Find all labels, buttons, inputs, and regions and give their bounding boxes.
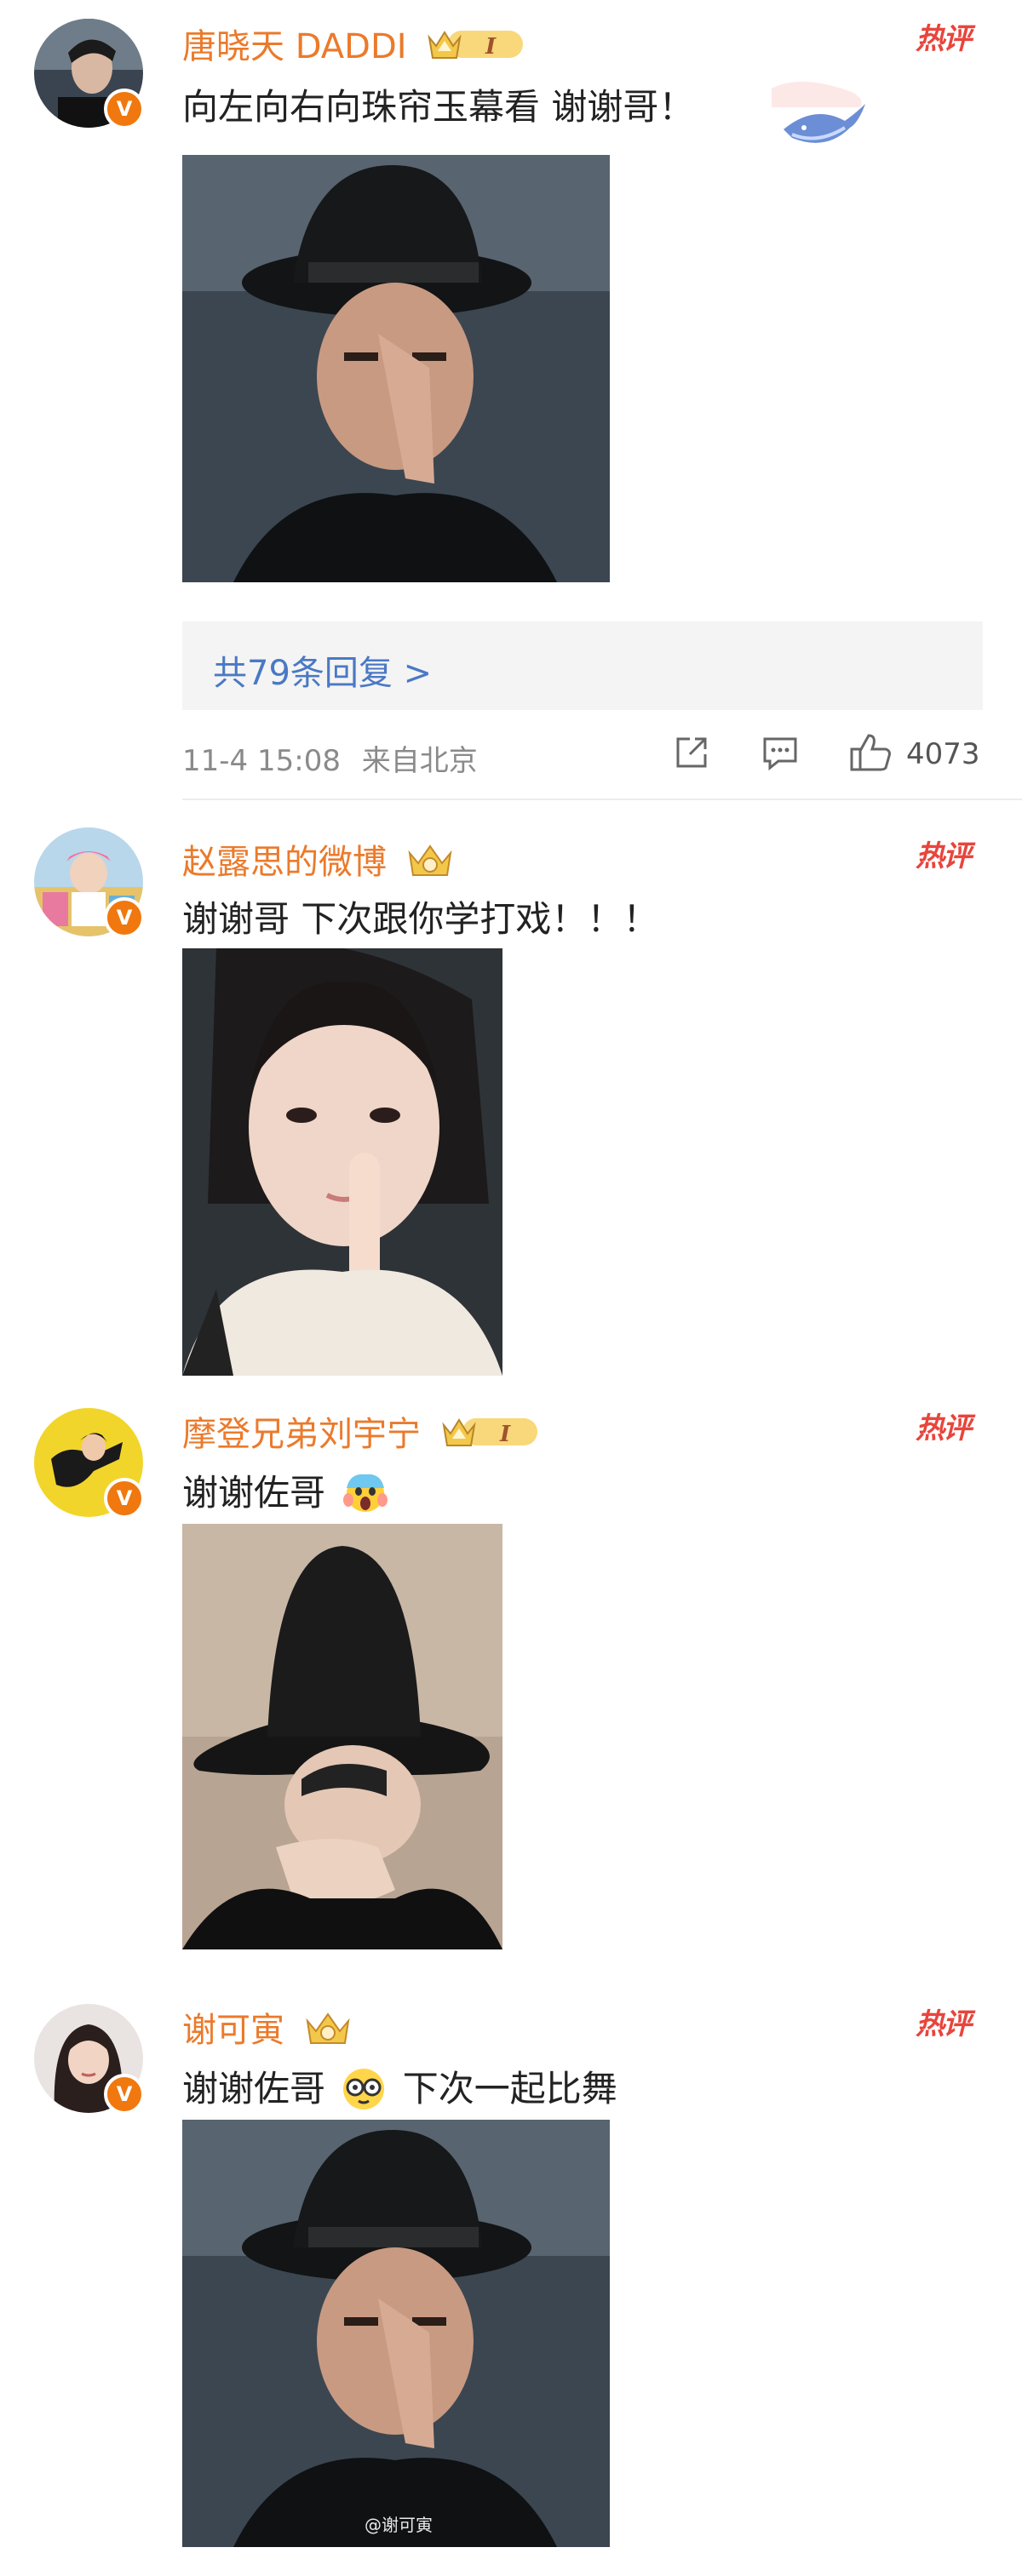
comment-text: 谢谢佐哥 下次一起比舞 bbox=[182, 2060, 617, 2120]
level-text: I bbox=[499, 1422, 511, 1447]
avatar[interactable]: V bbox=[34, 2004, 145, 2115]
fan-crown-badge-icon bbox=[304, 2009, 352, 2055]
username[interactable]: 摩登兄弟刘宇宁 I bbox=[182, 1406, 541, 1459]
comment-text-part: 谢谢佐哥 bbox=[182, 2068, 326, 2109]
username[interactable]: 唐晓天 DADDI I bbox=[182, 19, 526, 72]
glasses-emoji-icon bbox=[340, 2064, 388, 2120]
comment-text-content: 谢谢佐哥 bbox=[182, 1472, 326, 1514]
comment-text: 谢谢哥 下次跟你学打戏！！！ bbox=[182, 898, 659, 940]
username-text[interactable]: 赵露思的微博 bbox=[182, 843, 387, 882]
comment-item: V 谢可寅 热评 谢谢佐哥 下次一起比舞 @谢可寅 bbox=[0, 1992, 1022, 2576]
comment-meta: 11-4 15:08 来自北京 bbox=[182, 737, 478, 779]
like-count: 4073 bbox=[906, 737, 980, 771]
share-icon[interactable] bbox=[671, 732, 712, 773]
hot-comment-label: 热评 bbox=[916, 839, 972, 873]
comment-text: 谢谢佐哥 bbox=[182, 1464, 389, 1524]
verified-badge-icon: V bbox=[104, 89, 145, 129]
verified-badge-icon: V bbox=[104, 1478, 145, 1519]
crown-level-badge-icon: I bbox=[426, 26, 526, 72]
username-text[interactable]: 谢可寅 bbox=[182, 2011, 284, 2050]
divider bbox=[182, 799, 1022, 800]
comment-item: V 摩登兄弟刘宇宁 I 热评 谢谢佐哥 bbox=[0, 1396, 1022, 1975]
scream-emoji-icon bbox=[342, 1468, 389, 1524]
comment-time: 11-4 15:08 bbox=[182, 744, 341, 778]
comment-icon[interactable] bbox=[760, 732, 801, 773]
avatar[interactable]: V bbox=[34, 827, 145, 938]
username-text[interactable]: 唐晓天 DADDI bbox=[182, 27, 407, 66]
like-icon[interactable] bbox=[848, 732, 893, 773]
comment-item: V 唐晓天 DADDI I 热评 向左向右向珠帘玉幕看 谢谢哥！ 共79条回复 … bbox=[0, 0, 1022, 800]
watermark-text: @谢可寅 bbox=[365, 2515, 433, 2535]
username-text[interactable]: 摩登兄弟刘宇宁 bbox=[182, 1415, 421, 1454]
whale-decoration-icon bbox=[772, 81, 865, 143]
hot-comment-label: 热评 bbox=[916, 2007, 972, 2041]
username[interactable]: 赵露思的微博 bbox=[182, 834, 454, 887]
comment-item: V 赵露思的微博 热评 谢谢哥 下次跟你学打戏！！！ bbox=[0, 817, 1022, 1396]
hot-comment-label: 热评 bbox=[916, 22, 972, 56]
view-replies-button[interactable]: 共79条回复 > bbox=[182, 621, 983, 710]
avatar[interactable]: V bbox=[34, 1408, 145, 1519]
comment-text: 向左向右向珠帘玉幕看 谢谢哥！ bbox=[182, 86, 695, 128]
fan-crown-badge-icon bbox=[406, 841, 454, 887]
comment-image[interactable]: @谢可寅 bbox=[182, 2120, 610, 2547]
level-text: I bbox=[485, 34, 497, 60]
comment-location: 来自北京 bbox=[361, 744, 478, 778]
username[interactable]: 谢可寅 bbox=[182, 2002, 352, 2055]
verified-badge-icon: V bbox=[104, 2074, 145, 2115]
comment-image[interactable] bbox=[182, 1524, 502, 1949]
hot-comment-label: 热评 bbox=[916, 1411, 972, 1445]
comment-text-part: 下次一起比舞 bbox=[402, 2068, 617, 2109]
crown-level-badge-icon: I bbox=[440, 1413, 541, 1459]
image-watermark: @谢可寅 bbox=[365, 2511, 433, 2536]
comment-image[interactable] bbox=[182, 948, 502, 1376]
avatar[interactable]: V bbox=[34, 19, 145, 129]
replies-label[interactable]: 共79条回复 > bbox=[213, 645, 432, 695]
comment-image[interactable] bbox=[182, 155, 610, 582]
verified-badge-icon: V bbox=[104, 897, 145, 938]
